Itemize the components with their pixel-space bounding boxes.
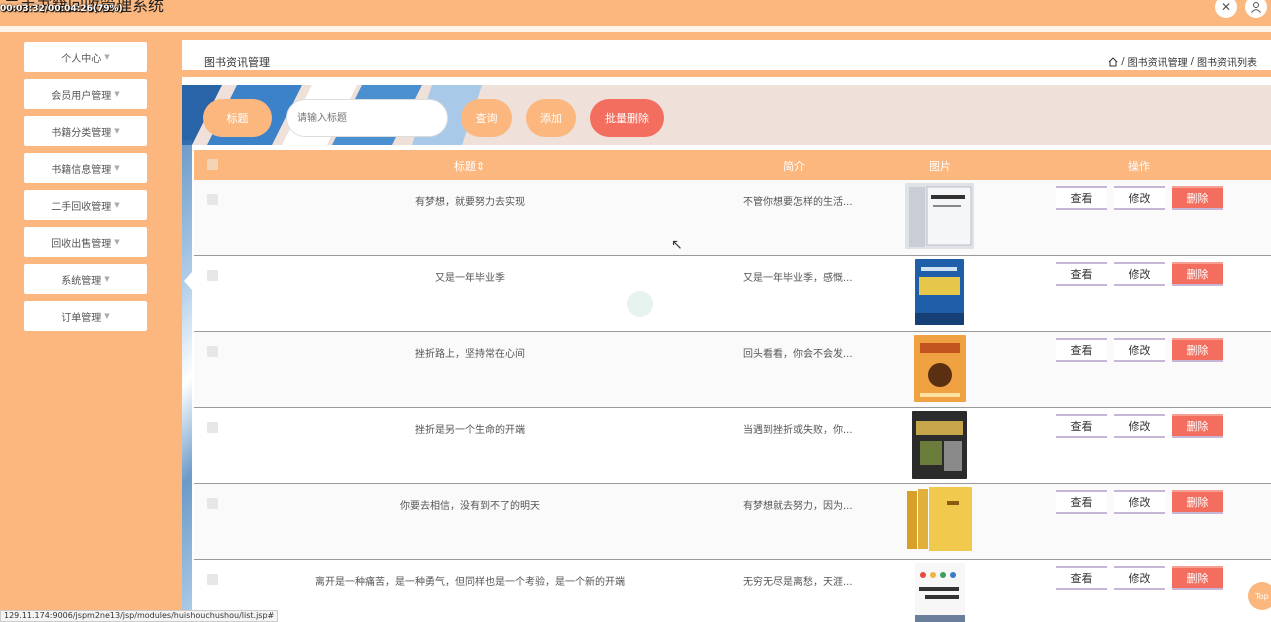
- table-row: 离开是一种痛苦，是一种勇气，但同样也是一个考验，是一个新的开端 无穷无尽是离愁，…: [194, 560, 1271, 622]
- table-row: 有梦想，就要努力去实现 不管你想要怎样的生活... 查看 修改 删除: [194, 180, 1271, 256]
- search-field-label: 标题: [203, 99, 272, 137]
- row-intro: 当遇到挫折或失败，你...: [743, 425, 853, 436]
- sidebar-item-book-categories[interactable]: 书籍分类管理 ▼: [24, 116, 147, 146]
- close-icon[interactable]: ✕: [1215, 0, 1237, 18]
- breadcrumb-separator: /: [1121, 56, 1125, 67]
- caret-down-icon: ▼: [114, 164, 120, 172]
- collapse-sidebar-arrow-icon[interactable]: [184, 272, 192, 290]
- sidebar: 个人中心 ▼ 会员用户管理 ▼ 书籍分类管理 ▼ 书籍信息管理 ▼ 二手回收管理 ▼ 回收…: [0, 32, 182, 622]
- top-divider: [0, 26, 1271, 32]
- book-cover-image: [907, 487, 972, 551]
- row-intro: 无穷无尽是离愁，天涯...: [743, 577, 853, 588]
- row-title: 有梦想，就要努力去实现: [415, 197, 525, 208]
- select-all-checkbox[interactable]: [207, 159, 218, 170]
- row-title: 又是一年毕业季: [435, 273, 505, 284]
- caret-down-icon: ▼: [104, 275, 110, 283]
- breadcrumb-separator: /: [1190, 56, 1194, 67]
- row-title: 离开是一种痛苦，是一种勇气，但同样也是一个考验，是一个新的开端: [315, 577, 625, 588]
- sidebar-item-recycle[interactable]: 二手回收管理 ▼: [24, 190, 147, 220]
- view-button[interactable]: 查看: [1056, 186, 1107, 210]
- sidebar-item-recycle-sales[interactable]: 回收出售管理 ▼: [24, 227, 147, 257]
- table-row: 你要去相信，没有到不了的明天 有梦想就去努力，因为... 查看 修改 删除: [194, 484, 1271, 560]
- page-header: 图书资讯管理 / 图书资讯管理 / 图书资讯列表: [182, 40, 1271, 70]
- caret-down-icon: ▼: [114, 127, 120, 135]
- loading-spinner-icon: [627, 291, 653, 317]
- caret-down-icon: ▼: [114, 90, 120, 98]
- table-row: 又是一年毕业季 又是一年毕业季，感慨... 查看 修改 删除: [194, 256, 1271, 332]
- batch-delete-button[interactable]: 批量删除: [590, 99, 664, 137]
- sidebar-item-orders[interactable]: 订单管理 ▼: [24, 301, 147, 331]
- row-title: 挫折是另一个生命的开端: [415, 425, 525, 436]
- caret-down-icon: ▼: [104, 53, 110, 61]
- video-time-overlay: 00:03:32/00:04:26(79%): [0, 4, 123, 14]
- home-icon[interactable]: [1108, 56, 1118, 67]
- view-button[interactable]: 查看: [1056, 338, 1107, 362]
- view-button[interactable]: 查看: [1056, 414, 1107, 438]
- book-cover-image: [915, 259, 964, 325]
- book-cover-image: [905, 183, 974, 249]
- sidebar-item-personal-center[interactable]: 个人中心 ▼: [24, 42, 147, 72]
- breadcrumb-item-news-list: 图书资讯列表: [1197, 58, 1257, 69]
- delete-button[interactable]: 删除: [1172, 566, 1223, 590]
- header-accent-strip: [182, 70, 1271, 77]
- view-button[interactable]: 查看: [1056, 490, 1107, 514]
- top-bar: 二手书籍回收管理系统 00:03:32/00:04:26(79%) ✕: [0, 0, 1271, 26]
- edit-button[interactable]: 修改: [1114, 414, 1165, 438]
- book-cover-image: [914, 335, 966, 402]
- edit-button[interactable]: 修改: [1114, 490, 1165, 514]
- search-input[interactable]: [286, 99, 448, 137]
- row-title: 挫折路上，坚持常在心间: [415, 349, 525, 360]
- edit-button[interactable]: 修改: [1114, 566, 1165, 590]
- delete-button[interactable]: 删除: [1172, 490, 1223, 514]
- query-button[interactable]: 查询: [461, 99, 512, 137]
- add-button[interactable]: 添加: [526, 99, 576, 137]
- column-header-actions: 操作: [1128, 160, 1150, 173]
- view-button[interactable]: 查看: [1056, 262, 1107, 286]
- caret-down-icon: ▼: [104, 312, 110, 320]
- table-row: 挫折路上，坚持常在心间 回头看看，你会不会发... 查看 修改 删除: [194, 332, 1271, 408]
- breadcrumb-item-news-management[interactable]: 图书资讯管理: [1128, 54, 1188, 69]
- table-row: 挫折是另一个生命的开端 当遇到挫折或失败，你... 查看 修改 删除: [194, 408, 1271, 484]
- edit-button[interactable]: 修改: [1114, 262, 1165, 286]
- delete-button[interactable]: 删除: [1172, 262, 1223, 286]
- view-button[interactable]: 查看: [1056, 566, 1107, 590]
- back-to-top-button[interactable]: Top: [1248, 582, 1271, 610]
- sidebar-item-system[interactable]: 系统管理 ▼: [24, 264, 147, 294]
- user-icon[interactable]: [1245, 0, 1267, 18]
- book-cover-image: [915, 563, 965, 622]
- search-bar: 标题 查询 添加 批量删除: [182, 85, 1271, 145]
- column-header-intro: 简介: [783, 160, 805, 173]
- row-title: 你要去相信，没有到不了的明天: [400, 501, 540, 512]
- edit-button[interactable]: 修改: [1114, 186, 1165, 210]
- delete-button[interactable]: 删除: [1172, 338, 1223, 362]
- column-header-image: 图片: [929, 160, 951, 173]
- row-intro: 回头看看，你会不会发...: [743, 349, 853, 360]
- sidebar-item-member-users[interactable]: 会员用户管理 ▼: [24, 79, 147, 109]
- delete-button[interactable]: 删除: [1172, 414, 1223, 438]
- browser-status-bar: 129.11.174:9006/jspm2ne13/jsp/modules/hu…: [0, 610, 279, 622]
- book-cover-image: [912, 411, 967, 479]
- table-header: 标题⇕ 简介 图片 操作: [194, 150, 1271, 180]
- sidebar-item-book-info[interactable]: 书籍信息管理 ▼: [24, 153, 147, 183]
- decorative-side-strip: [182, 140, 192, 622]
- main-panel: 图书资讯管理 / 图书资讯管理 / 图书资讯列表 标题 查询 添加 批量删除 标…: [182, 40, 1271, 622]
- caret-down-icon: ▼: [114, 238, 120, 246]
- breadcrumb: / 图书资讯管理 / 图书资讯列表: [1108, 54, 1257, 69]
- edit-button[interactable]: 修改: [1114, 338, 1165, 362]
- sort-icon[interactable]: ⇕: [476, 160, 485, 173]
- column-header-title[interactable]: 标题⇕: [454, 158, 485, 174]
- mouse-cursor-icon: ↖: [671, 237, 683, 253]
- row-intro: 又是一年毕业季，感慨...: [743, 273, 853, 284]
- caret-down-icon: ▼: [114, 201, 120, 209]
- row-intro: 不管你想要怎样的生活...: [743, 197, 853, 208]
- page-title: 图书资讯管理: [204, 56, 270, 69]
- delete-button[interactable]: 删除: [1172, 186, 1223, 210]
- row-intro: 有梦想就去努力，因为...: [743, 501, 853, 512]
